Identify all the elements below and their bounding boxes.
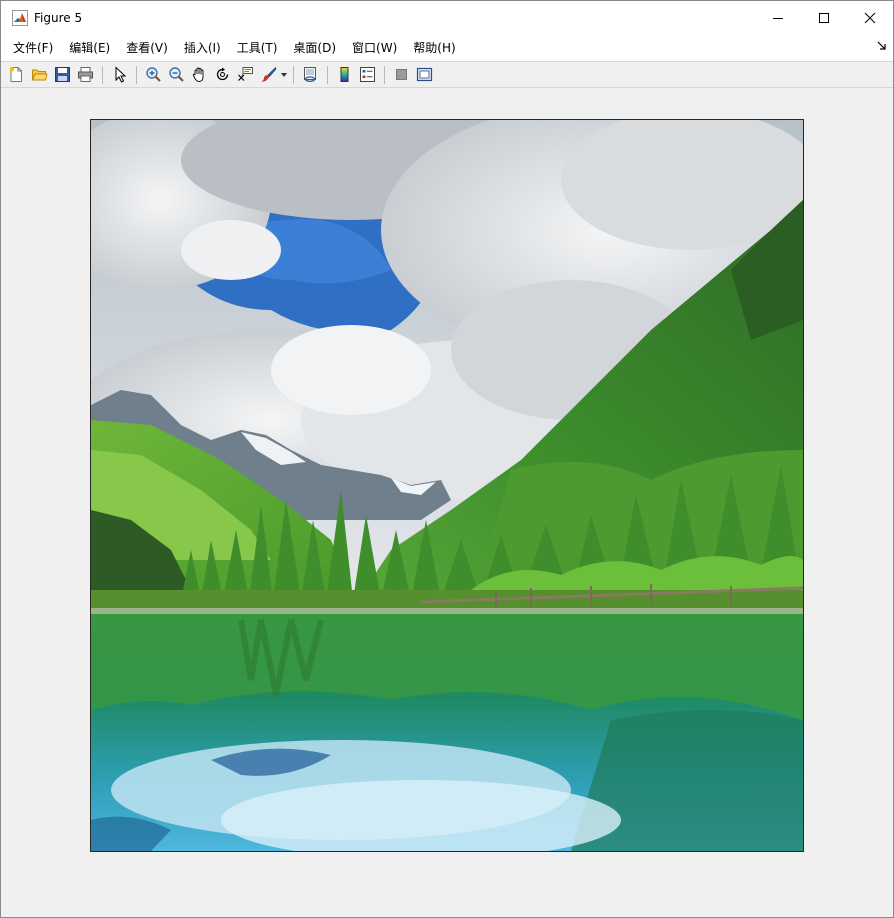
data-cursor-button[interactable] (234, 64, 257, 86)
menu-desktop[interactable]: 桌面(D) (285, 37, 344, 59)
brush-dropdown[interactable] (280, 64, 288, 86)
maximize-button[interactable] (801, 1, 847, 35)
toolbar-separator (293, 65, 294, 84)
menu-tools[interactable]: 工具(T) (229, 37, 286, 59)
colorbar-icon (340, 67, 349, 82)
hide-plot-tools-icon (396, 69, 407, 80)
toolbar-separator (327, 65, 328, 84)
legend-icon (360, 67, 375, 82)
menu-insert[interactable]: 插入(I) (176, 37, 229, 59)
menu-bar: 文件(F) 编辑(E) 查看(V) 插入(I) 工具(T) 桌面(D) 窗口(W… (1, 35, 893, 61)
dock-arrow-icon[interactable] (877, 41, 887, 51)
figure-canvas[interactable] (1, 89, 893, 917)
hide-plot-tools-button[interactable] (390, 64, 413, 86)
zoom-in-icon (146, 67, 161, 82)
brush-button[interactable] (257, 64, 280, 86)
rotate-3d-button[interactable] (211, 64, 234, 86)
zoom-out-button[interactable] (165, 64, 188, 86)
matlab-logo-icon (12, 10, 28, 26)
print-icon (78, 67, 93, 82)
link-plot-button[interactable] (299, 64, 322, 86)
pan-button[interactable] (188, 64, 211, 86)
toolbar-separator (136, 65, 137, 84)
close-icon (864, 12, 876, 24)
menu-window[interactable]: 窗口(W) (344, 37, 405, 59)
new-figure-button[interactable] (5, 64, 28, 86)
colorbar-button[interactable] (333, 64, 356, 86)
menu-view[interactable]: 查看(V) (118, 37, 176, 59)
chevron-down-icon (281, 72, 287, 77)
show-plot-tools-button[interactable] (413, 64, 436, 86)
title-bar[interactable]: Figure 5 (1, 1, 893, 35)
pan-hand-icon (192, 67, 204, 82)
window-title: Figure 5 (34, 11, 83, 25)
zoom-in-button[interactable] (142, 64, 165, 86)
link-plot-icon (304, 67, 316, 83)
close-button[interactable] (847, 1, 893, 35)
landscape-image (91, 120, 803, 851)
zoom-out-icon (169, 67, 184, 82)
menu-file[interactable]: 文件(F) (5, 37, 61, 59)
minimize-icon (773, 18, 783, 19)
image-axes[interactable] (90, 119, 804, 852)
show-plot-tools-icon (416, 67, 433, 82)
print-button[interactable] (74, 64, 97, 86)
open-file-button[interactable] (28, 64, 51, 86)
data-cursor-icon (238, 67, 253, 81)
figure-toolbar (1, 61, 893, 88)
legend-button[interactable] (356, 64, 379, 86)
figure-window: Figure 5 文件(F) 编辑(E) 查看(V) 插入(I) 工具(T) 桌… (0, 0, 894, 918)
menu-edit[interactable]: 编辑(E) (61, 37, 118, 59)
rotate-3d-icon (216, 67, 229, 81)
save-button[interactable] (51, 64, 74, 86)
save-icon (55, 67, 70, 82)
new-figure-icon (9, 66, 22, 82)
toolbar-separator (102, 65, 103, 84)
toolbar-separator (384, 65, 385, 84)
select-arrow-button[interactable] (108, 64, 131, 86)
select-arrow-icon (115, 66, 127, 83)
maximize-icon (819, 13, 829, 23)
open-file-icon (31, 69, 48, 81)
minimize-button[interactable] (755, 1, 801, 35)
window-controls (755, 1, 893, 35)
brush-icon (261, 66, 277, 82)
menu-help[interactable]: 帮助(H) (405, 37, 463, 59)
